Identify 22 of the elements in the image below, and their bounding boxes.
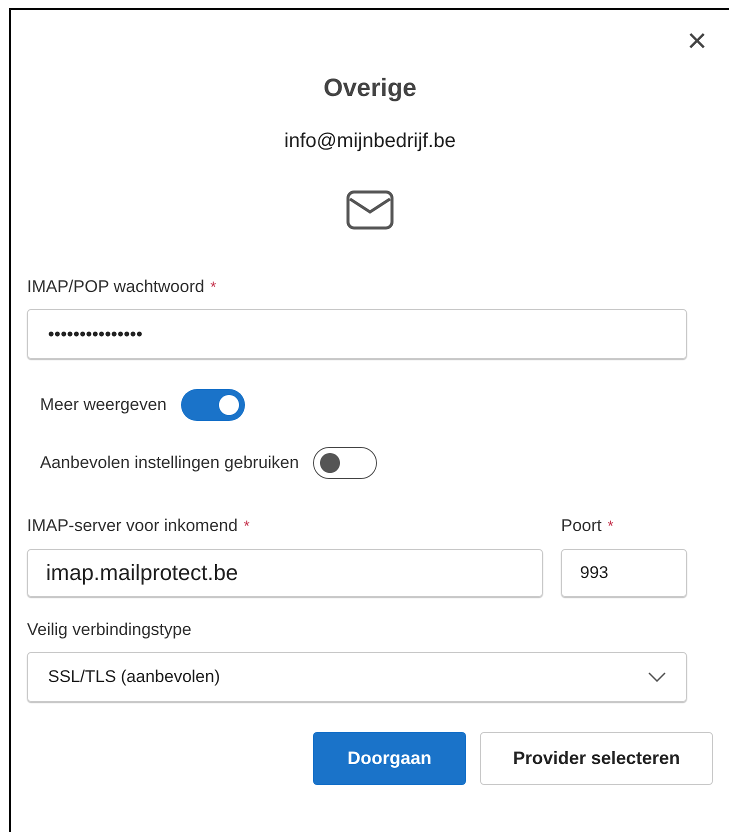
dialog-title: Overige	[323, 73, 417, 104]
security-dropdown[interactable]: SSL/TLS (aanbevolen)	[27, 652, 687, 702]
continue-button[interactable]: Doorgaan	[313, 732, 466, 785]
field-label: Poort	[561, 515, 602, 537]
required-mark: *	[244, 517, 250, 537]
field-label: IMAP-server voor inkomend	[27, 515, 238, 537]
required-mark: *	[608, 517, 614, 537]
port-field[interactable]: 993	[561, 548, 687, 596]
field-label: Veilig verbindingstype	[27, 618, 192, 640]
password-field[interactable]: •••••••••••••••	[27, 309, 687, 359]
required-mark: *	[210, 278, 216, 298]
field-label: IMAP/POP wachtwoord	[27, 276, 204, 298]
server-field[interactable]: imap.mailprotect.be	[27, 548, 543, 596]
close-button[interactable]: ×	[687, 24, 707, 58]
toggle-label: Aanbevolen instellingen gebruiken	[40, 452, 299, 474]
mail-icon	[346, 190, 394, 230]
provider-button[interactable]: Provider selecteren	[480, 732, 713, 785]
toggle-label: Meer weergeven	[40, 394, 167, 416]
toggle-switch[interactable]	[180, 389, 245, 421]
account-email: info@mijnbedrijf.be	[284, 128, 456, 154]
chevron-down-icon	[648, 672, 666, 682]
toggle-switch[interactable]	[312, 447, 377, 479]
